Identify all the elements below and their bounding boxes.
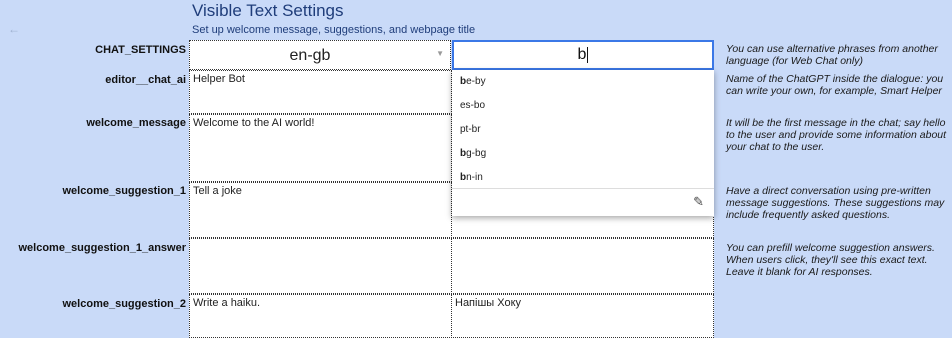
note-welcome-suggestion-1: Have a direct conversation using pre-wri…	[726, 185, 945, 221]
row-label-welcome-message: welcome_message	[86, 117, 186, 129]
language-select-value: en-gb	[289, 47, 331, 64]
language-select[interactable]: en-gb ▼	[189, 40, 451, 70]
value-cell-welcome-suggestion-1[interactable]: Tell a joke	[189, 182, 452, 238]
translation-cell-welcome-suggestion-1-answer[interactable]	[451, 238, 714, 294]
note-editor-chat-ai: Name of the ChatGPT inside the dialogue:…	[726, 73, 944, 97]
page-subtitle: Set up welcome message, suggestions, and…	[192, 24, 476, 36]
note-welcome-suggestion-1-answer: You can prefill welcome suggestion answe…	[726, 242, 935, 278]
dropdown-divider	[452, 188, 714, 189]
value-cell-welcome-suggestion-2[interactable]: Write a haiku.	[189, 294, 452, 338]
translation-edit-text: b	[577, 46, 587, 63]
dropdown-option[interactable]: pt-br	[452, 118, 714, 142]
pencil-icon[interactable]: ✎	[693, 194, 704, 210]
autocomplete-dropdown: be-by es-bo pt-br bg-bg bn-in ✎	[452, 70, 714, 216]
row-label-welcome-suggestion-1-answer: welcome_suggestion_1_answer	[18, 242, 186, 254]
translation-edit-input[interactable]: b	[452, 40, 714, 70]
page-title: Visible Text Settings	[192, 1, 344, 20]
value-cell-editor-chat-ai[interactable]: Helper Bot	[189, 70, 452, 114]
translation-cell-welcome-suggestion-2[interactable]: Напішы Хоку	[451, 294, 714, 338]
row-label-editor-chat-ai: editor__chat_ai	[105, 74, 186, 86]
dropdown-option[interactable]: bn-in	[452, 166, 714, 190]
dropdown-option[interactable]: bg-bg	[452, 142, 714, 166]
dropdown-option[interactable]: es-bo	[452, 94, 714, 118]
row-label-welcome-suggestion-2: welcome_suggestion_2	[62, 298, 187, 310]
row-label-welcome-suggestion-1: welcome_suggestion_1	[62, 185, 187, 197]
value-cell-welcome-suggestion-1-answer[interactable]	[189, 238, 452, 294]
note-welcome-message: It will be the first message in the chat…	[726, 117, 947, 153]
select-caret-icon: ▼	[436, 49, 444, 58]
back-arrow-icon[interactable]: ←	[8, 22, 20, 36]
row-label-chat-settings: CHAT_SETTINGS	[95, 44, 186, 56]
note-chat-settings: You can use alternative phrases from ano…	[726, 43, 938, 67]
value-cell-welcome-message[interactable]: Welcome to the AI world!	[189, 114, 452, 182]
text-cursor	[587, 46, 589, 63]
dropdown-option[interactable]: be-by	[452, 70, 714, 94]
